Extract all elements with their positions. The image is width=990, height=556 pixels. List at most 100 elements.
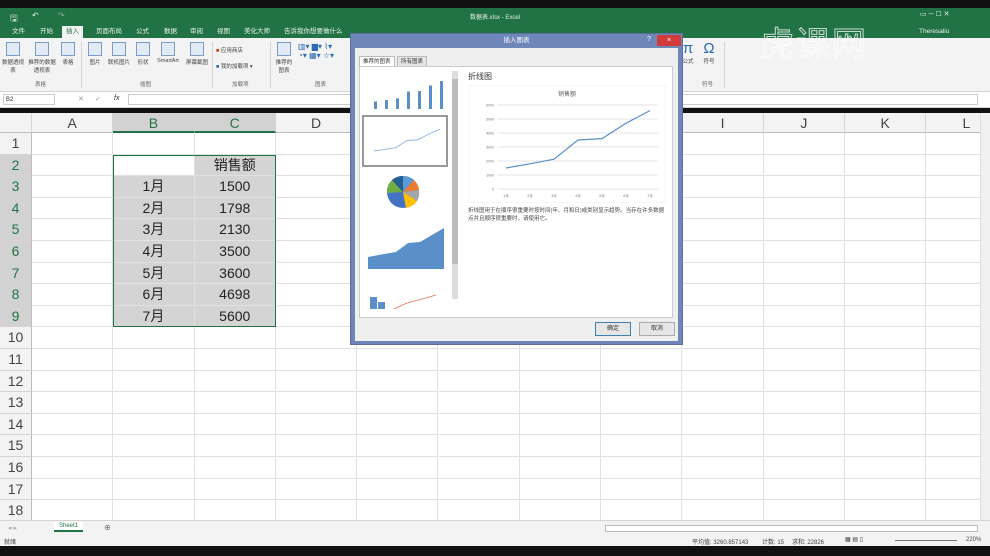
empty-cell[interactable]	[113, 327, 195, 349]
empty-cell[interactable]	[926, 219, 980, 241]
enter-icon[interactable]: ✓	[95, 95, 101, 103]
empty-cell[interactable]	[845, 327, 927, 349]
empty-cell[interactable]	[763, 413, 845, 436]
empty-cell[interactable]	[32, 413, 114, 436]
undo-icon[interactable]: ↶	[32, 11, 39, 20]
empty-cell[interactable]	[926, 133, 980, 155]
row-header[interactable]: 12	[0, 370, 32, 393]
empty-cell[interactable]	[682, 392, 764, 414]
smartart-button[interactable]: SmartArt	[154, 42, 182, 64]
empty-cell[interactable]	[763, 435, 845, 457]
empty-cell[interactable]	[275, 219, 358, 241]
empty-cell[interactable]	[32, 500, 114, 520]
empty-cell[interactable]	[845, 305, 927, 328]
empty-cell[interactable]	[682, 154, 764, 177]
empty-cell[interactable]	[194, 478, 276, 501]
horizontal-scrollbar[interactable]	[605, 525, 978, 532]
row-header[interactable]: 3	[0, 176, 32, 198]
empty-cell[interactable]	[845, 370, 927, 393]
empty-cell[interactable]	[845, 197, 927, 220]
vertical-scrollbar[interactable]	[980, 113, 990, 520]
empty-cell[interactable]	[438, 457, 520, 479]
column-header[interactable]: B	[113, 113, 195, 133]
empty-cell[interactable]	[763, 262, 845, 285]
empty-cell[interactable]	[845, 500, 927, 520]
empty-cell[interactable]	[113, 349, 195, 371]
empty-cell[interactable]	[519, 413, 602, 436]
empty-cell[interactable]	[357, 349, 439, 371]
empty-cell[interactable]	[601, 435, 683, 457]
empty-cell[interactable]	[194, 349, 276, 371]
row-header[interactable]: 4	[0, 197, 32, 220]
empty-cell[interactable]	[357, 500, 439, 520]
empty-cell[interactable]	[926, 371, 980, 393]
empty-cell[interactable]	[926, 392, 980, 414]
empty-cell[interactable]	[194, 133, 276, 155]
empty-cell[interactable]	[682, 176, 764, 198]
cancel-button[interactable]: 取消	[639, 322, 675, 336]
empty-cell[interactable]	[520, 500, 602, 520]
row-header[interactable]: 18	[0, 500, 32, 520]
empty-cell[interactable]	[113, 435, 195, 457]
empty-cell[interactable]	[194, 370, 276, 393]
symbol-button[interactable]: Ω 符号	[700, 40, 718, 65]
empty-cell[interactable]	[682, 435, 764, 457]
redo-icon[interactable]: ↷	[58, 11, 65, 20]
my-addins-button[interactable]: ■ 我的加载项 ▾	[216, 62, 253, 70]
empty-cell[interactable]	[32, 327, 114, 349]
empty-cell[interactable]	[845, 457, 927, 479]
window-controls[interactable]: ▭ ─ ☐ ✕	[920, 10, 950, 18]
empty-cell[interactable]	[682, 413, 764, 436]
chart-type-icons[interactable]: ▥▾ ▆▾ ⌇▾ ◔▾ ▦▾ ☆▾	[298, 42, 348, 60]
empty-cell[interactable]	[763, 305, 845, 328]
empty-cell[interactable]	[601, 370, 683, 393]
empty-cell[interactable]	[926, 263, 980, 285]
empty-cell[interactable]	[32, 219, 114, 241]
empty-cell[interactable]	[275, 327, 358, 349]
empty-cell[interactable]	[601, 478, 683, 501]
empty-cell[interactable]	[32, 349, 114, 371]
empty-cell[interactable]	[194, 413, 276, 436]
empty-cell[interactable]	[763, 478, 845, 501]
pictures-button[interactable]: 图片	[86, 42, 104, 66]
empty-cell[interactable]	[763, 241, 845, 263]
empty-cell[interactable]	[763, 219, 845, 241]
empty-cell[interactable]	[32, 457, 114, 479]
empty-cell[interactable]	[275, 305, 358, 328]
row-header[interactable]: 15	[0, 435, 32, 457]
empty-cell[interactable]	[357, 478, 439, 501]
view-buttons[interactable]: ▦ ▤ ▯	[845, 536, 863, 543]
empty-cell[interactable]	[519, 435, 602, 457]
column-header[interactable]: C	[194, 113, 276, 133]
row-header[interactable]: 9	[0, 305, 32, 328]
store-button[interactable]: ■ 应用商店	[216, 46, 243, 54]
row-header[interactable]: 14	[0, 413, 32, 436]
empty-cell[interactable]	[275, 241, 358, 263]
empty-cell[interactable]	[32, 176, 114, 198]
empty-cell[interactable]	[275, 284, 358, 306]
screenshot-button[interactable]: 屏幕截图	[184, 42, 210, 66]
empty-cell[interactable]	[438, 478, 520, 501]
pivot-table-button[interactable]: 数据透视表	[2, 42, 24, 74]
empty-cell[interactable]	[926, 500, 980, 520]
ok-button[interactable]: 确定	[595, 322, 631, 336]
empty-cell[interactable]	[357, 413, 439, 436]
row-header[interactable]: 17	[0, 478, 32, 501]
recommended-charts-button[interactable]: 推荐的图表	[274, 42, 294, 74]
empty-cell[interactable]	[32, 241, 114, 263]
close-button[interactable]: ×	[657, 35, 681, 46]
column-header[interactable]: J	[763, 113, 845, 133]
empty-cell[interactable]	[275, 435, 358, 457]
empty-cell[interactable]	[926, 435, 980, 457]
column-header[interactable]: L	[926, 113, 980, 133]
empty-cell[interactable]	[682, 219, 764, 241]
empty-cell[interactable]	[438, 435, 520, 457]
row-header[interactable]: 1	[0, 133, 32, 155]
shapes-button[interactable]: 形状	[134, 42, 152, 66]
sheet-nav-arrows[interactable]: ◂ ▸	[8, 524, 17, 532]
empty-cell[interactable]	[682, 370, 764, 393]
empty-cell[interactable]	[845, 176, 927, 198]
row-header[interactable]: 10	[0, 327, 32, 349]
empty-cell[interactable]	[926, 284, 980, 306]
empty-cell[interactable]	[519, 370, 602, 393]
